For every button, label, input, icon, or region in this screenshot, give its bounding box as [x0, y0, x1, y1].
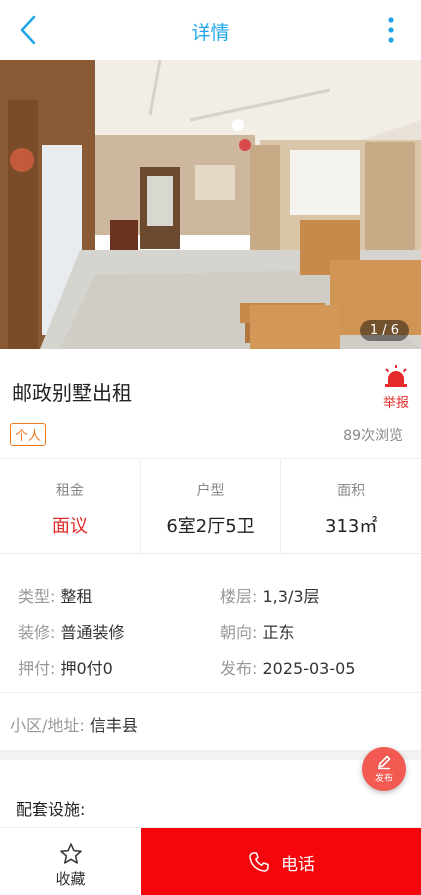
- top-bar: 详情: [0, 0, 421, 60]
- detail-label: 押付:: [18, 659, 56, 678]
- listing-title: 邮政别墅出租: [12, 381, 132, 405]
- photo-counter: 1 / 6: [359, 320, 409, 341]
- detail-label: 发布:: [220, 659, 258, 678]
- stat-rent: 租金 面议: [0, 460, 140, 553]
- stat-area: 面积 313㎡: [280, 460, 421, 553]
- detail-deposit: 押付: 押0付0: [18, 655, 113, 679]
- section-divider: [0, 750, 421, 760]
- stat-layout: 户型 6室2厅5卫: [139, 460, 281, 553]
- stat-label: 面积: [337, 483, 366, 499]
- stat-value: 313㎡: [325, 516, 378, 537]
- address-value: 信丰县: [89, 716, 138, 735]
- owner-type-tag: 个人: [10, 423, 47, 446]
- stat-label: 租金: [55, 483, 84, 499]
- address-row: 小区/地址: 信丰县: [0, 694, 421, 750]
- detail-value: 押0付0: [60, 659, 113, 678]
- call-button[interactable]: 电话: [141, 828, 421, 895]
- address-label: 小区/地址:: [10, 716, 85, 735]
- detail-value: 正东: [262, 623, 295, 642]
- view-count: 89次浏览: [343, 428, 403, 444]
- detail-orientation: 朝向: 正东: [220, 619, 295, 643]
- detail-value: 1,3/3层: [262, 587, 320, 606]
- detail-label: 类型:: [18, 587, 56, 606]
- detail-value: 普通装修: [60, 623, 125, 642]
- detail-type: 类型: 整租: [18, 583, 93, 607]
- listing-header: 邮政别墅出租 举报 个人 89次浏览: [0, 349, 421, 459]
- facilities-heading: 配套设施:: [16, 800, 86, 819]
- alarm-light-icon: [385, 365, 407, 387]
- report-label: 举报: [382, 396, 409, 411]
- room-photo: [0, 60, 421, 349]
- detail-label: 装修:: [18, 623, 56, 642]
- more-options-icon[interactable]: [385, 14, 397, 46]
- key-stats: 租金 面议 户型 6室2厅5卫 面积 313㎡: [0, 460, 421, 554]
- bottom-action-bar: 收藏 电话: [0, 827, 421, 895]
- page-title: 详情: [191, 22, 230, 44]
- favorite-button[interactable]: 收藏: [0, 828, 141, 895]
- stat-label: 户型: [196, 483, 225, 499]
- phone-icon: [249, 852, 269, 872]
- publish-label: 发布: [374, 774, 393, 784]
- photo-gallery[interactable]: 1 / 6: [0, 60, 421, 349]
- report-button[interactable]: 举报: [381, 365, 411, 411]
- stat-value: 面议: [51, 516, 88, 537]
- detail-value: 整租: [60, 587, 93, 606]
- star-icon: [59, 843, 82, 864]
- call-label: 电话: [281, 854, 315, 875]
- detail-label: 楼层:: [220, 587, 258, 606]
- address-text: 小区/地址: 信丰县: [10, 712, 138, 736]
- detail-value: 2025-03-05: [262, 659, 356, 678]
- publish-button[interactable]: 发布: [362, 747, 406, 791]
- favorite-label: 收藏: [55, 870, 86, 888]
- detail-decoration: 装修: 普通装修: [18, 619, 125, 643]
- detail-label: 朝向:: [220, 623, 258, 642]
- stat-value: 6室2厅5卫: [166, 516, 255, 537]
- detail-published: 发布: 2025-03-05: [220, 655, 355, 679]
- detail-floor: 楼层: 1,3/3层: [220, 583, 320, 607]
- pencil-icon: [378, 755, 391, 770]
- property-details: 类型: 整租 楼层: 1,3/3层 装修: 普通装修 朝向: 正东 押付: 押0…: [0, 555, 421, 693]
